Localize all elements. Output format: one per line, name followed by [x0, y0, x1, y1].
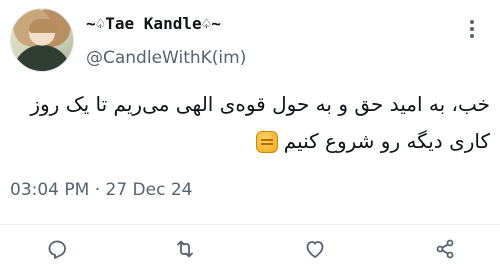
retweet-button[interactable] — [170, 234, 200, 264]
action-bar — [0, 232, 500, 266]
share-icon — [436, 239, 454, 259]
reply-button[interactable] — [42, 234, 72, 264]
user-handle[interactable]: @CandleWithK(im) — [86, 48, 246, 68]
tweet-text-line-2: کاری دیگه رو شروع کنیم — [283, 129, 490, 153]
reply-icon — [48, 240, 66, 259]
tweet-text-line-1: خب، به امید حق و به حول قوه‌ی الهی می‌ری… — [30, 92, 490, 116]
tweet-card: ~♤Tae Kandle♤~ @CandleWithK(im) خب، به ا… — [0, 0, 500, 274]
divider — [0, 224, 500, 225]
heart-icon — [306, 241, 324, 258]
more-dot — [470, 20, 474, 24]
retweet-icon — [177, 240, 193, 258]
tweet-text-line-2-wrap: کاری دیگه رو شروع کنیم — [10, 123, 490, 160]
avatar[interactable] — [10, 8, 74, 72]
more-dot — [470, 34, 474, 38]
more-icon[interactable] — [462, 18, 482, 40]
fist-emoji-icon — [255, 130, 278, 153]
more-dot — [470, 27, 474, 31]
share-button[interactable] — [430, 234, 460, 264]
like-button[interactable] — [300, 234, 330, 264]
display-name[interactable]: ~♤Tae Kandle♤~ — [86, 14, 221, 33]
timestamp[interactable]: 03:04 PM · 27 Dec 24 — [10, 180, 193, 200]
tweet-text: خب، به امید حق و به حول قوه‌ی الهی می‌ری… — [10, 86, 490, 160]
